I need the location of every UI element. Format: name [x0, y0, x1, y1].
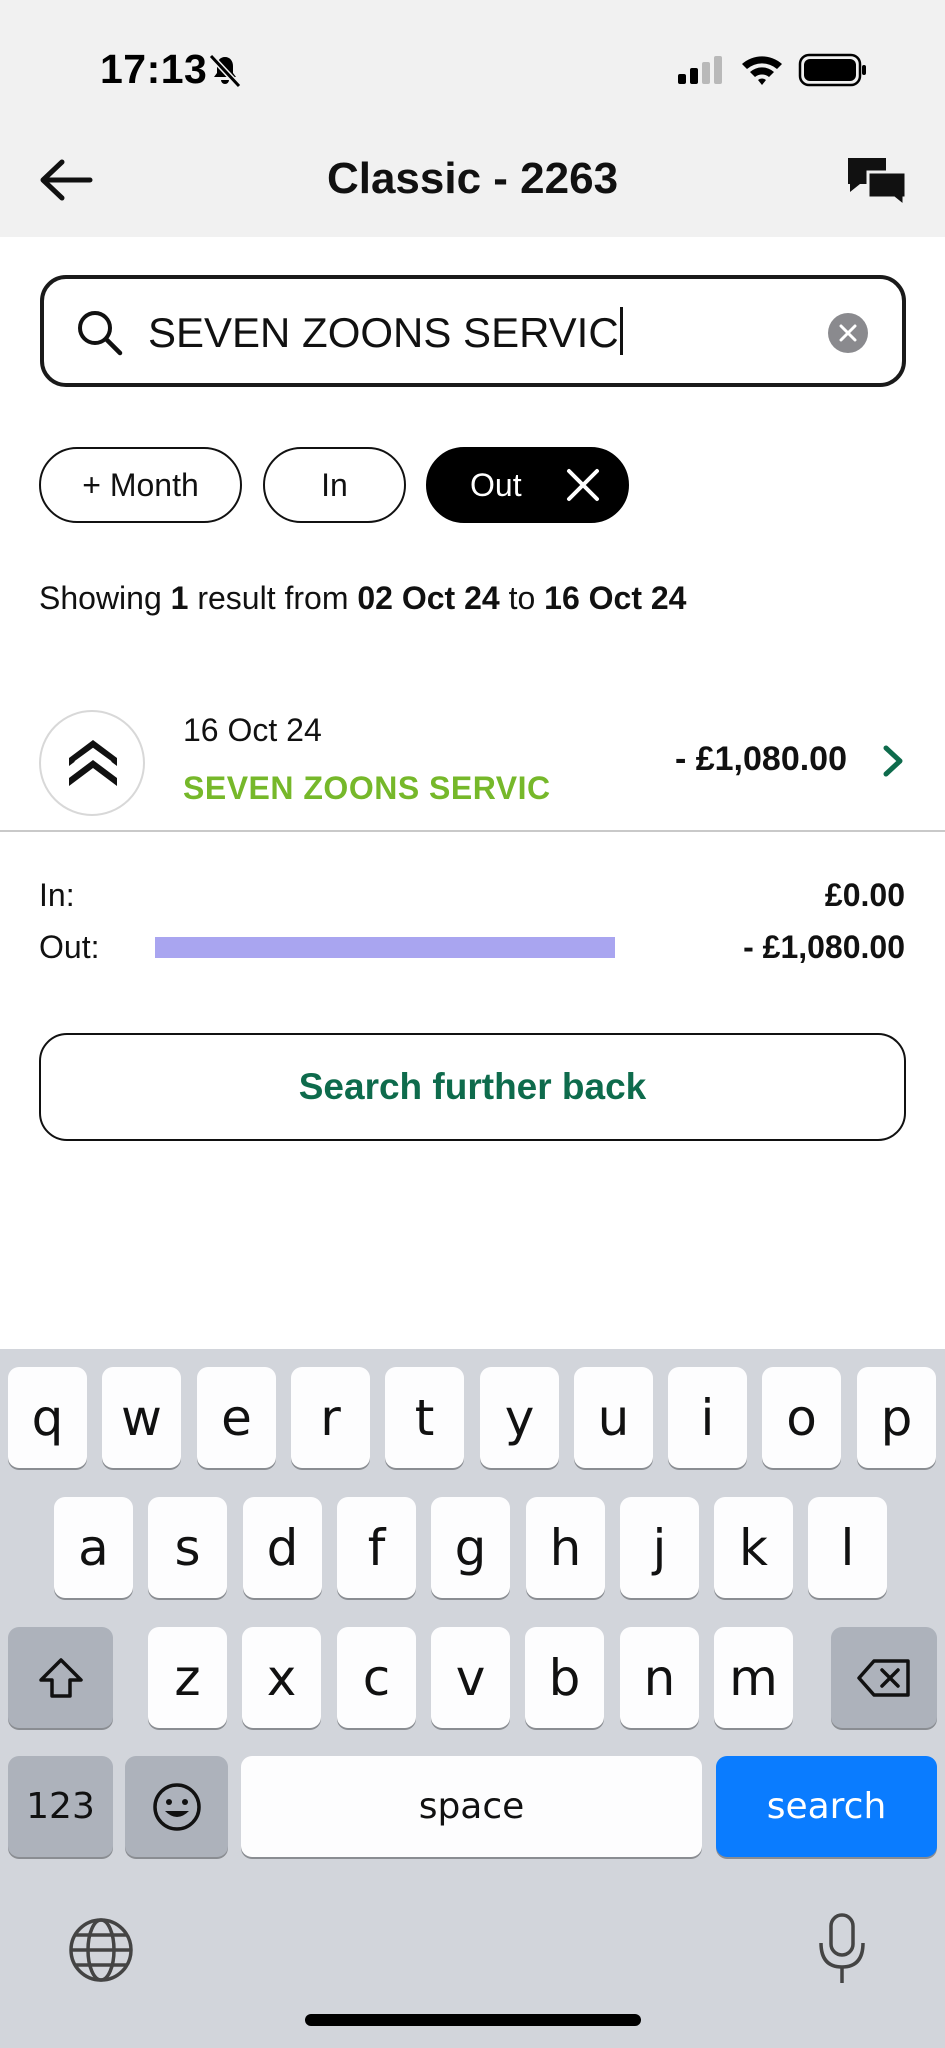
backspace-icon [857, 1658, 910, 1697]
key-k[interactable]: k [714, 1497, 793, 1598]
key-v[interactable]: v [431, 1627, 510, 1728]
transaction-date: 16 Oct 24 [183, 712, 322, 748]
delete-key[interactable] [831, 1627, 937, 1728]
remove-filter-icon[interactable] [565, 467, 601, 503]
in-label: In: [39, 877, 75, 913]
filter-out-label: Out [470, 466, 522, 503]
globe-icon[interactable] [66, 1915, 136, 1985]
summary-mid: result from [188, 580, 358, 616]
home-indicator [305, 2014, 641, 2026]
out-bar [155, 937, 615, 958]
filter-month-chip[interactable]: + Month [39, 447, 242, 523]
date-to: 16 Oct 24 [544, 580, 687, 616]
status-time: 17:13 [100, 46, 208, 92]
emoji-key[interactable] [125, 1756, 228, 1857]
key-f[interactable]: f [337, 1497, 416, 1598]
space-key[interactable]: space [241, 1756, 702, 1857]
page-title: Classic - 2263 [326, 154, 619, 203]
key-t[interactable]: t [385, 1367, 464, 1468]
result-count: 1 [170, 580, 189, 616]
search-key[interactable]: search [716, 1756, 937, 1857]
key-e[interactable]: e [197, 1367, 276, 1468]
key-a[interactable]: a [54, 1497, 133, 1598]
key-j[interactable]: j [620, 1497, 699, 1598]
key-q[interactable]: q [8, 1367, 87, 1468]
transaction-row[interactable]: 16 Oct 24 SEVEN ZOONS SERVIC - £1,080.00 [0, 700, 945, 832]
date-from: 02 Oct 24 [357, 580, 500, 616]
numbers-key[interactable]: 123 [8, 1756, 113, 1857]
merchant-avatar [39, 710, 145, 816]
summary-prefix: Showing [39, 580, 171, 616]
key-s[interactable]: s [148, 1497, 227, 1598]
key-c[interactable]: c [337, 1627, 416, 1728]
top-bar: 17:13 Classic - 2263 [0, 0, 945, 237]
key-l[interactable]: l [808, 1497, 887, 1598]
wifi-icon [742, 56, 782, 85]
key-u[interactable]: u [574, 1367, 653, 1468]
key-d[interactable]: d [243, 1497, 322, 1598]
key-z[interactable]: z [148, 1627, 227, 1728]
filter-in-chip[interactable]: In [263, 447, 406, 523]
microphone-icon[interactable] [815, 1911, 869, 1987]
key-w[interactable]: w [102, 1367, 181, 1468]
key-y[interactable]: y [480, 1367, 559, 1468]
results-summary: Showing 1 result from 02 Oct 24 to 16 Oc… [39, 580, 686, 617]
shift-key[interactable] [8, 1627, 113, 1728]
out-value: - £1,080.00 [743, 929, 905, 965]
emoji-icon [152, 1782, 201, 1831]
key-i[interactable]: i [668, 1367, 747, 1468]
key-h[interactable]: h [526, 1497, 605, 1598]
text-caret [619, 307, 623, 355]
key-g[interactable]: g [431, 1497, 510, 1598]
key-b[interactable]: b [525, 1627, 604, 1728]
search-further-back-button[interactable]: Search further back [39, 1033, 906, 1141]
search-icon [78, 311, 123, 356]
transaction-amount: - £1,080.00 [674, 740, 847, 778]
key-r[interactable]: r [291, 1367, 370, 1468]
signal-icon [678, 56, 722, 84]
summary-to: to [499, 580, 545, 616]
chevrons-up-icon [69, 740, 117, 786]
chevron-right-icon [883, 745, 903, 777]
transaction-merchant: SEVEN ZOONS SERVIC [183, 770, 551, 806]
key-n[interactable]: n [620, 1627, 699, 1728]
battery-icon [798, 53, 866, 87]
bell-muted-icon [208, 53, 242, 89]
clear-search-icon[interactable] [828, 313, 868, 353]
key-o[interactable]: o [762, 1367, 841, 1468]
key-m[interactable]: m [714, 1627, 793, 1728]
key-x[interactable]: x [242, 1627, 321, 1728]
filter-out-chip[interactable]: Out [426, 447, 629, 523]
chat-icon[interactable] [846, 156, 908, 208]
out-label: Out: [39, 929, 100, 965]
shift-icon [38, 1657, 83, 1698]
keyboard: 123 space search qwertyuiop asdfghjkl zxcv… [0, 1349, 945, 2048]
key-p[interactable]: p [857, 1367, 936, 1468]
search-input[interactable]: SEVEN ZOONS SERVIC [40, 275, 906, 387]
search-value: SEVEN ZOONS SERVIC [148, 309, 619, 356]
in-value: £0.00 [824, 877, 905, 913]
search-text: SEVEN ZOONS SERVIC [148, 307, 623, 357]
